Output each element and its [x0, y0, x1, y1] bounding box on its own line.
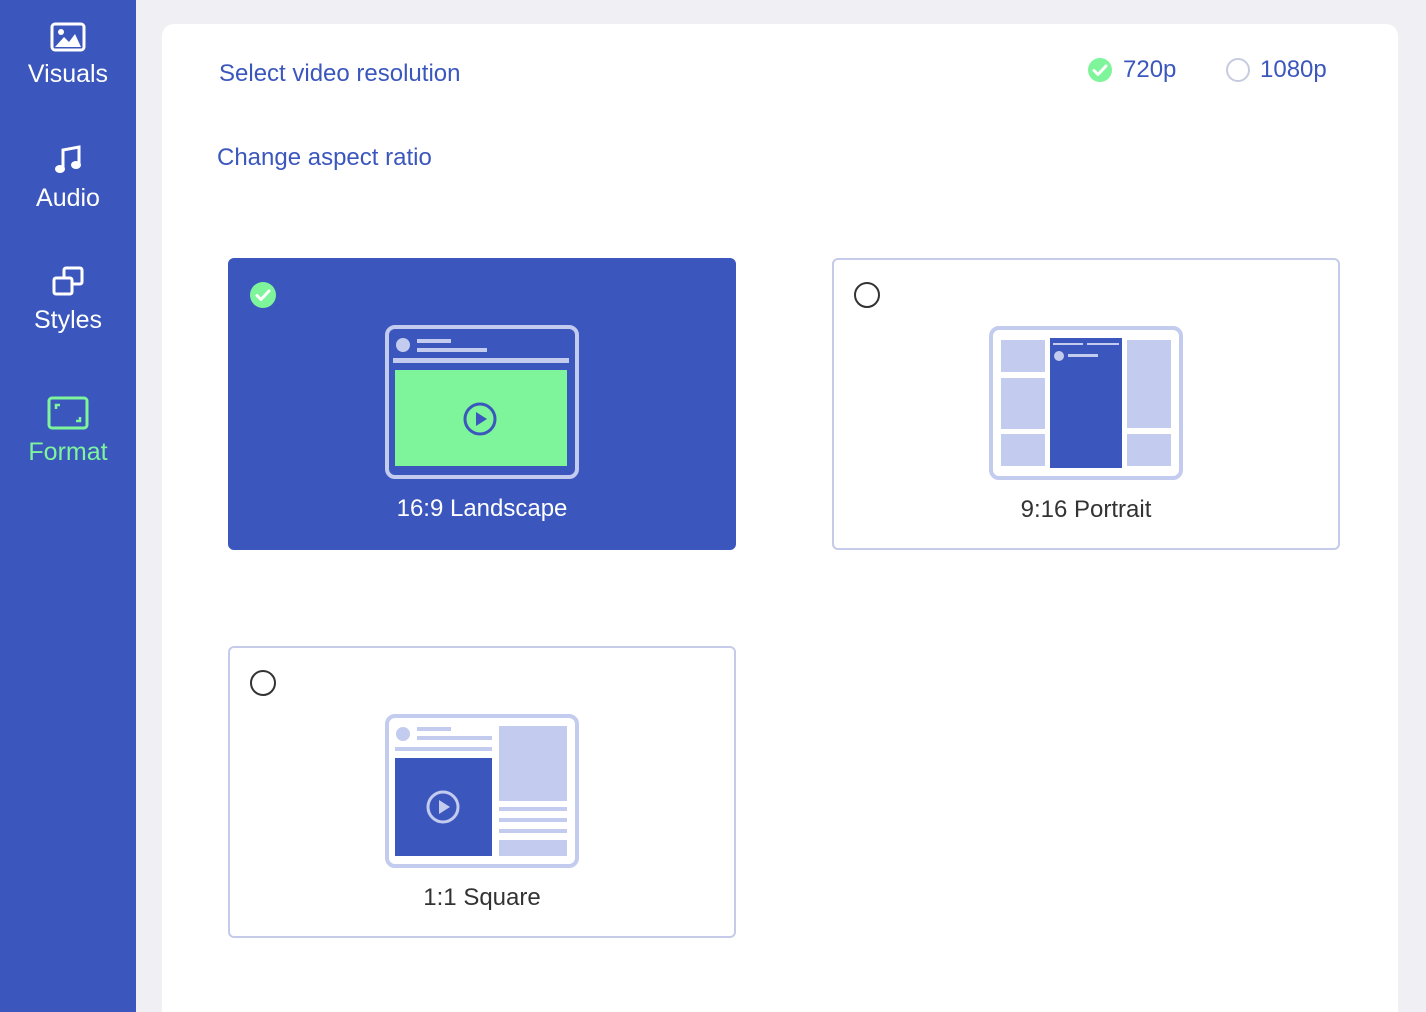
sidebar-item-visuals[interactable]: Visuals [0, 22, 136, 89]
resolution-label: 1080p [1260, 56, 1327, 83]
sidebar: Visuals Audio Styles Format [0, 0, 136, 1012]
sidebar-item-audio[interactable]: Audio [0, 144, 136, 213]
sidebar-item-label: Visuals [27, 60, 109, 88]
resolution-title: Select video resolution [219, 60, 461, 87]
aspect-ratio-title: Change aspect ratio [217, 144, 432, 171]
aspect-option-label: 16:9 Landscape [396, 495, 568, 522]
resolution-label: 720p [1123, 56, 1177, 83]
sidebar-item-styles[interactable]: Styles [0, 266, 136, 335]
check-circle-icon [250, 282, 276, 308]
radio-empty-icon [1226, 58, 1250, 82]
resolution-option-720p[interactable]: 720p [1087, 56, 1176, 84]
radio-empty-icon [250, 670, 276, 696]
aspect-option-landscape[interactable]: 16:9 Landscape [228, 258, 736, 550]
square-layout-icon [385, 714, 579, 868]
resolution-option-1080p[interactable]: 1080p [1226, 56, 1327, 84]
radio-empty-icon [854, 282, 880, 308]
aspect-option-label: 9:16 Portrait [1020, 496, 1152, 523]
sidebar-item-label: Audio [36, 184, 100, 212]
portrait-layout-icon [989, 326, 1183, 480]
sidebar-item-label: Styles [33, 306, 103, 334]
landscape-layout-icon [385, 325, 579, 479]
check-circle-icon [1088, 58, 1112, 82]
sidebar-item-format[interactable]: Format [0, 396, 136, 467]
music-note-icon [55, 145, 81, 173]
aspect-option-portrait[interactable]: 9:16 Portrait [832, 258, 1340, 550]
aspect-option-label: 1:1 Square [423, 884, 541, 911]
sidebar-item-label: Format [28, 438, 108, 466]
layers-icon [52, 266, 84, 296]
image-icon [50, 22, 86, 52]
frame-icon [47, 396, 89, 430]
aspect-option-square[interactable]: 1:1 Square [228, 646, 736, 938]
